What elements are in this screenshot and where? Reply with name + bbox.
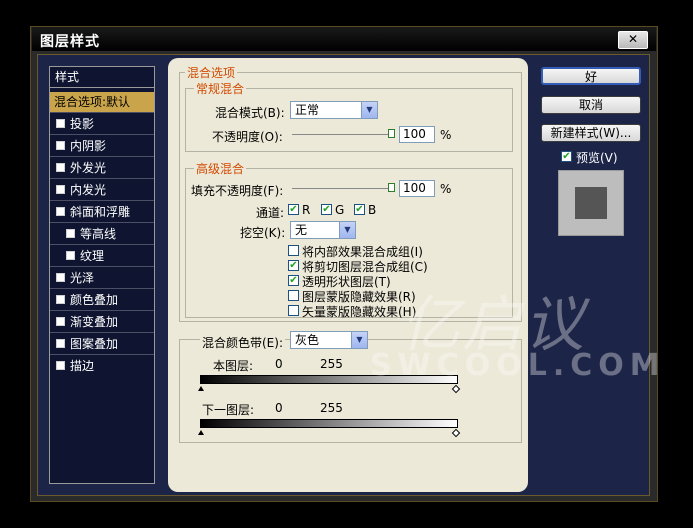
blend-interior-effects-checkbox[interactable] bbox=[288, 245, 299, 256]
style-item-pattern-overlay[interactable]: 图案叠加 bbox=[50, 334, 154, 355]
channel-b-checkbox[interactable]: ✔ bbox=[354, 204, 365, 215]
opacity-slider-track[interactable] bbox=[292, 134, 392, 135]
color-overlay-checkbox[interactable] bbox=[56, 295, 65, 304]
ok-button[interactable]: 好 bbox=[541, 67, 641, 85]
transparency-shapes-checkbox[interactable]: ✔ bbox=[288, 275, 299, 286]
blend-mode-select[interactable]: 正常 ▼ bbox=[290, 101, 378, 119]
contour-checkbox[interactable] bbox=[66, 229, 75, 238]
layer-mask-hides-checkbox[interactable] bbox=[288, 290, 299, 301]
style-item-inner-shadow[interactable]: 内阴影 bbox=[50, 136, 154, 157]
watermark-text: SWCOOL.COM bbox=[370, 348, 666, 383]
fill-opacity-slider-track[interactable] bbox=[292, 188, 392, 189]
this-layer-max: 255 bbox=[320, 357, 343, 371]
gradient-overlay-checkbox[interactable] bbox=[56, 317, 65, 326]
fill-opacity-unit: % bbox=[440, 182, 452, 196]
opacity-unit: % bbox=[440, 128, 452, 142]
chevron-down-icon: ▼ bbox=[361, 102, 377, 118]
vector-mask-hides-checkbox[interactable] bbox=[288, 305, 299, 316]
blend-if-select[interactable]: 灰色 ▼ bbox=[290, 331, 368, 349]
fill-opacity-input[interactable]: 100 bbox=[399, 180, 435, 197]
preview-swatch bbox=[575, 187, 607, 219]
channel-b-label: B bbox=[368, 203, 377, 217]
style-item-inner-glow[interactable]: 内发光 bbox=[50, 180, 154, 201]
drop-shadow-checkbox[interactable] bbox=[56, 119, 65, 128]
cancel-button[interactable]: 取消 bbox=[541, 96, 641, 114]
outer-glow-checkbox[interactable] bbox=[56, 163, 65, 172]
channel-g-checkbox[interactable]: ✔ bbox=[321, 204, 332, 215]
opacity-label: 不透明度(O): bbox=[212, 130, 283, 144]
style-item-drop-shadow[interactable]: 投影 bbox=[50, 114, 154, 135]
opacity-slider-thumb[interactable] bbox=[388, 129, 395, 138]
knockout-select[interactable]: 无 ▼ bbox=[290, 221, 356, 239]
style-item-color-overlay[interactable]: 颜色叠加 bbox=[50, 290, 154, 311]
close-icon: ✕ bbox=[627, 32, 639, 46]
style-item-texture[interactable]: 纹理 bbox=[50, 246, 154, 267]
stroke-checkbox[interactable] bbox=[56, 361, 65, 370]
channel-r-checkbox[interactable]: ✔ bbox=[288, 204, 299, 215]
chevron-down-icon: ▼ bbox=[351, 332, 367, 348]
style-item-stroke[interactable]: 描边 bbox=[50, 356, 154, 377]
style-item-outer-glow[interactable]: 外发光 bbox=[50, 158, 154, 179]
channel-g-label: G bbox=[335, 203, 345, 217]
underlying-layer-gradient bbox=[200, 419, 458, 428]
fill-opacity-slider-thumb[interactable] bbox=[388, 183, 395, 192]
inner-glow-checkbox[interactable] bbox=[56, 185, 65, 194]
pattern-overlay-checkbox[interactable] bbox=[56, 339, 65, 348]
underlying-layer-label: 下一图层: bbox=[202, 403, 255, 417]
opacity-input[interactable]: 100 bbox=[399, 126, 435, 143]
knockout-label: 挖空(K): bbox=[240, 226, 286, 240]
satin-checkbox[interactable] bbox=[56, 273, 65, 282]
inner-shadow-checkbox[interactable] bbox=[56, 141, 65, 150]
underlying-layer-black-stop[interactable] bbox=[198, 430, 204, 435]
this-layer-min: 0 bbox=[275, 357, 283, 371]
blend-clipped-layers-checkbox[interactable]: ✔ bbox=[288, 260, 299, 271]
bevel-emboss-checkbox[interactable] bbox=[56, 207, 65, 216]
style-item-bevel-emboss[interactable]: 斜面和浮雕 bbox=[50, 202, 154, 223]
new-style-button[interactable]: 新建样式(W)... bbox=[541, 124, 641, 142]
underlying-layer-min: 0 bbox=[275, 401, 283, 415]
preview-checkbox[interactable]: ✔ bbox=[561, 151, 572, 162]
fill-opacity-label: 填充不透明度(F): bbox=[191, 184, 284, 198]
texture-checkbox[interactable] bbox=[66, 251, 75, 260]
this-layer-label: 本图层: bbox=[213, 359, 254, 373]
channel-r-label: R bbox=[302, 203, 311, 217]
style-item-blend-options[interactable]: 混合选项:默认 bbox=[50, 92, 154, 113]
advanced-blending-title: 高级混合 bbox=[194, 160, 247, 177]
title-bar[interactable] bbox=[32, 27, 656, 51]
general-blending-title: 常规混合 bbox=[194, 80, 247, 97]
style-list-header: 样式 bbox=[50, 67, 154, 88]
this-layer-black-stop[interactable] bbox=[198, 386, 204, 391]
preview-label: 预览(V) bbox=[576, 151, 618, 165]
dialog-title: 图层样式 bbox=[40, 34, 100, 50]
blend-options-title: 混合选项 bbox=[185, 64, 238, 81]
style-item-contour[interactable]: 等高线 bbox=[50, 224, 154, 245]
style-item-satin[interactable]: 光泽 bbox=[50, 268, 154, 289]
channels-label: 通道: bbox=[256, 206, 285, 220]
blend-mode-label: 混合模式(B): bbox=[215, 106, 285, 120]
close-button[interactable]: ✕ bbox=[618, 31, 648, 49]
chevron-down-icon: ▼ bbox=[339, 222, 355, 238]
blend-if-label: 混合颜色带(E): bbox=[200, 334, 285, 351]
underlying-layer-max: 255 bbox=[320, 401, 343, 415]
style-item-gradient-overlay[interactable]: 渐变叠加 bbox=[50, 312, 154, 333]
